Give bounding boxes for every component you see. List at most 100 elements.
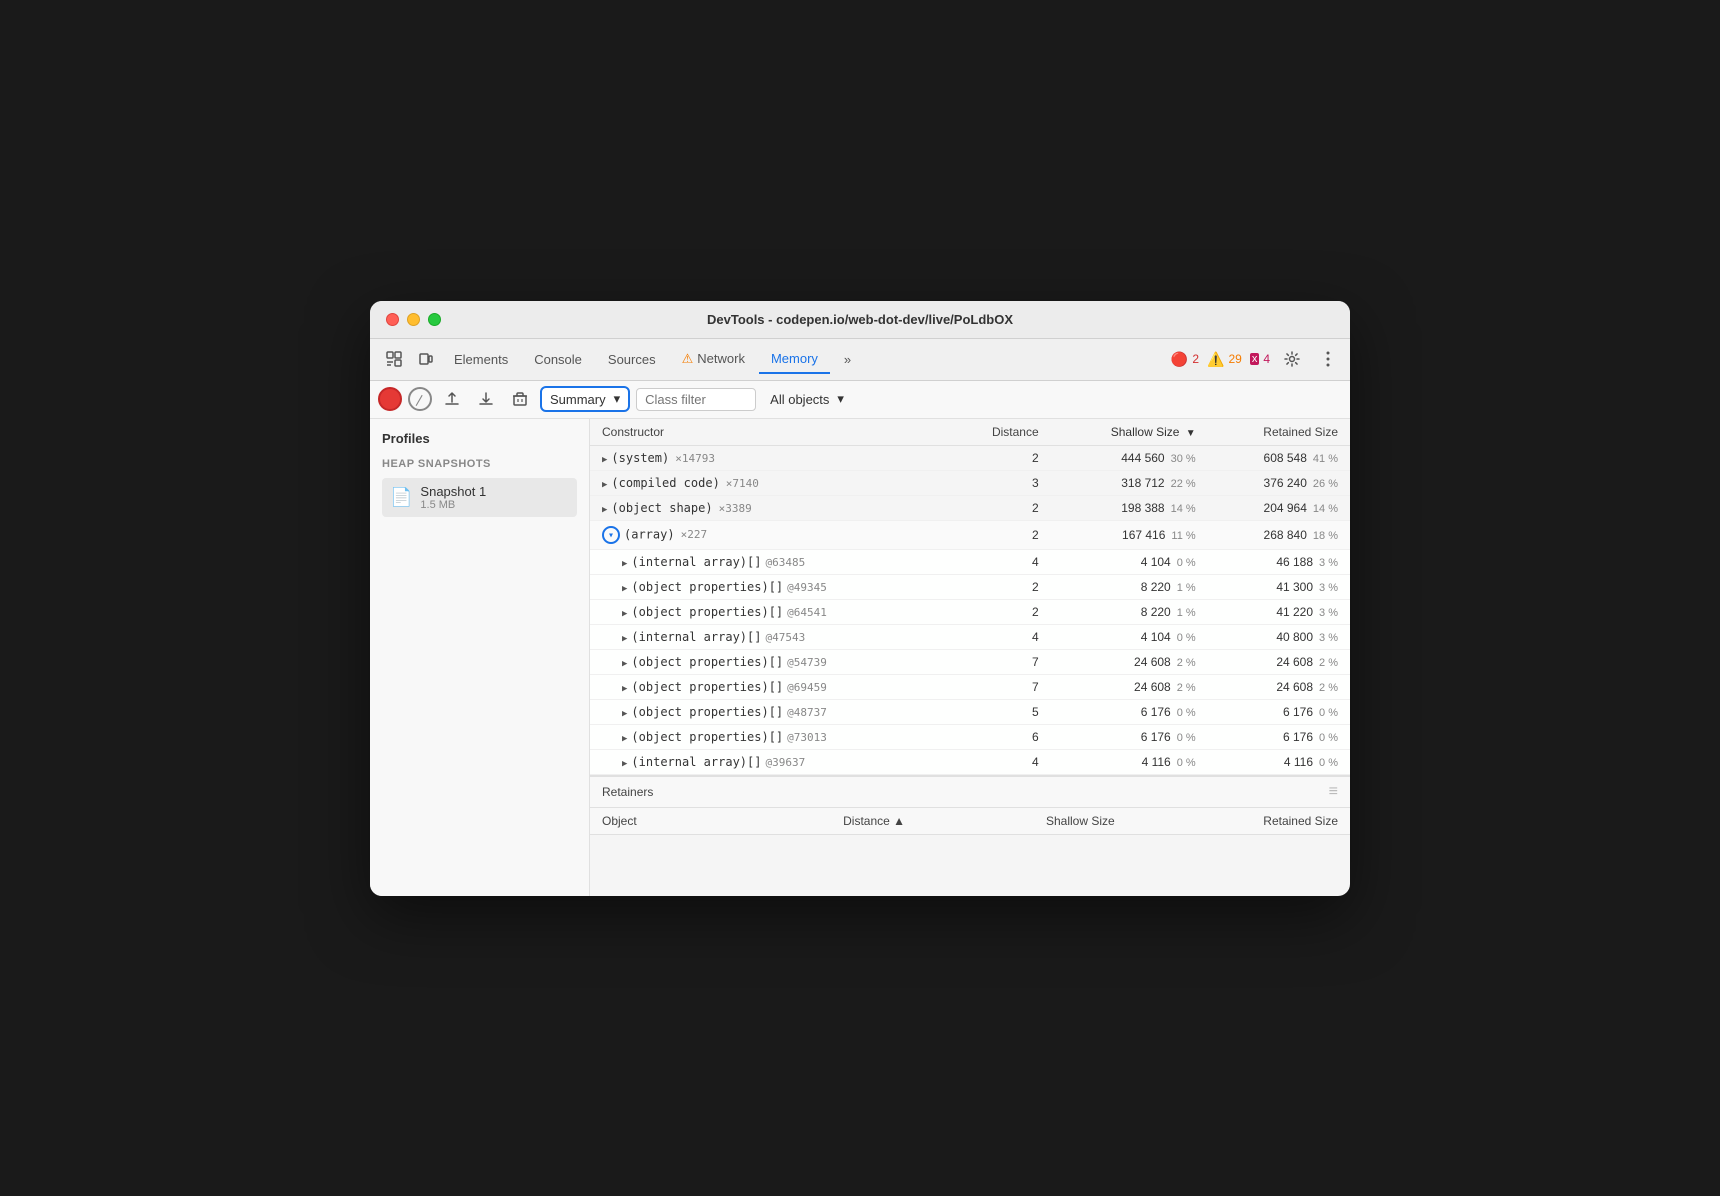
dropdown-arrow-icon: ▾ [614,391,621,407]
constructor-name: (internal array)[] [631,630,761,644]
distance-cell: 7 [949,674,1051,699]
warning-icon: ⚠️ [1207,351,1224,368]
col-distance[interactable]: Distance [949,419,1051,446]
shallow-size-value: 198 388 [1121,501,1164,515]
clear-button[interactable]: | [408,387,432,411]
expand-arrow-icon[interactable]: ▶ [602,455,607,465]
tab-network[interactable]: ⚠Network [670,345,757,373]
constructor-count: ×14793 [675,452,715,465]
distance-cell: 2 [949,574,1051,599]
snapshot-info: Snapshot 1 1.5 MB [420,484,486,511]
table-row[interactable]: ▶(object properties)[]@6454128 2201 %41 … [590,599,1350,624]
table-row[interactable]: ▶(object properties)[]@69459724 6082 %24… [590,674,1350,699]
tab-elements[interactable]: Elements [442,346,520,373]
retained-size-pct: 14 % [1313,503,1338,515]
constructor-name: (internal array)[] [631,555,761,569]
tab-console[interactable]: Console [522,346,594,373]
child-expand-arrow-icon[interactable]: ▶ [622,634,627,644]
retained-size-pct: 3 % [1319,632,1338,644]
devtools-icons [380,345,440,373]
col-constructor[interactable]: Constructor [590,419,949,446]
snapshot-item[interactable]: 📄 Snapshot 1 1.5 MB [382,478,577,517]
main-toolbar: Elements Console Sources ⚠Network Memory… [370,339,1350,381]
download-icon[interactable] [472,385,500,413]
constructor-cell: ▶(object shape)×3389 [590,495,949,520]
retained-size-value: 24 608 [1276,680,1313,694]
distance-cell: 3 [949,470,1051,495]
col-shallow-size[interactable]: Shallow Size ▼ [1051,419,1208,446]
device-toolbar-icon[interactable] [412,345,440,373]
child-expand-arrow-icon[interactable]: ▶ [622,609,627,619]
retained-size-pct: 3 % [1319,607,1338,619]
table-row[interactable]: ▶(compiled code)×71403318 71222 %376 240… [590,470,1350,495]
constructor-count: ×3389 [719,502,752,515]
child-expand-arrow-icon[interactable]: ▶ [622,559,627,569]
tab-more[interactable]: » [832,346,863,373]
retainers-col-distance[interactable]: Distance ▲ [723,808,917,835]
shallow-size-cell: 444 56030 % [1051,445,1208,470]
retained-size-cell: 6 1760 % [1208,699,1350,724]
heap-table[interactable]: Constructor Distance Shallow Size ▼ Reta… [590,419,1350,776]
shallow-size-pct: 0 % [1177,732,1196,744]
child-expand-arrow-icon[interactable]: ▶ [622,584,627,594]
shallow-size-value: 6 176 [1141,730,1171,744]
expand-arrow-icon[interactable]: ▶ [602,505,607,515]
constructor-cell: ▶(system)×14793 [590,445,949,470]
child-expand-arrow-icon[interactable]: ▶ [622,759,627,769]
shallow-size-value: 24 608 [1134,680,1171,694]
child-expand-arrow-icon[interactable]: ▶ [622,684,627,694]
shallow-size-pct: 0 % [1177,557,1196,569]
constructor-id: @49345 [787,581,827,594]
table-row[interactable]: ▶(object properties)[]@54739724 6082 %24… [590,649,1350,674]
retainers-menu-icon[interactable]: ≡ [1329,783,1338,801]
table-row[interactable]: ▾(array)×2272167 41611 %268 84018 % [590,520,1350,549]
class-filter-input[interactable] [636,388,756,411]
retained-size-value: 40 800 [1276,630,1313,644]
retainers-col-shallow[interactable]: Shallow Size [917,808,1127,835]
table-row[interactable]: ▶(internal array)[]@6348544 1040 %46 188… [590,549,1350,574]
retainers-col-object[interactable]: Object [590,808,723,835]
all-objects-dropdown[interactable]: All objects ▾ [770,391,844,407]
shallow-size-value: 24 608 [1134,655,1171,669]
child-expand-arrow-icon[interactable]: ▶ [622,659,627,669]
retained-size-cell: 268 84018 % [1208,520,1350,549]
retained-size-cell: 24 6082 % [1208,649,1350,674]
table-row[interactable]: ▶(internal array)[]@3963744 1160 %4 1160… [590,749,1350,774]
table-row[interactable]: ▶(internal array)[]@4754344 1040 %40 800… [590,624,1350,649]
retainers-col-retained[interactable]: Retained Size [1127,808,1350,835]
collect-garbage-icon[interactable] [506,385,534,413]
shallow-size-cell: 8 2201 % [1051,599,1208,624]
retained-size-pct: 2 % [1319,682,1338,694]
fullscreen-button[interactable] [428,313,441,326]
constructor-name: (array) [624,527,675,541]
retained-size-cell: 24 608 2 % [1208,674,1350,699]
window-title: DevTools - codepen.io/web-dot-dev/live/P… [707,312,1013,327]
table-row[interactable]: ▶(object properties)[]@4934528 2201 %41 … [590,574,1350,599]
tab-sources[interactable]: Sources [596,346,668,373]
child-expand-arrow-icon[interactable]: ▶ [622,734,627,744]
table-row[interactable]: ▶(system)×147932444 56030 %608 54841 % [590,445,1350,470]
col-retained-size[interactable]: Retained Size [1208,419,1350,446]
expand-arrow-icon[interactable]: ▶ [602,480,607,490]
minimize-button[interactable] [407,313,420,326]
inspector-icon[interactable] [380,345,408,373]
table-row[interactable]: ▶(object shape)×33892198 38814 %204 9641… [590,495,1350,520]
shallow-size-pct: 2 % [1177,657,1196,669]
retained-size-cell: 40 800 3 % [1208,624,1350,649]
more-options-icon[interactable] [1314,345,1342,373]
array-expand-icon[interactable]: ▾ [602,526,620,544]
retained-size-cell: 204 96414 % [1208,495,1350,520]
settings-icon[interactable] [1278,345,1306,373]
summary-dropdown[interactable]: Summary ▾ [540,386,630,412]
table-row[interactable]: ▶(object properties)[]@7301366 1760 %6 1… [590,724,1350,749]
distance-cell: 4 [949,749,1051,774]
child-expand-arrow-icon[interactable]: ▶ [622,709,627,719]
close-button[interactable] [386,313,399,326]
table-row[interactable]: ▶(object properties)[]@4873756 1760 %6 1… [590,699,1350,724]
retained-size-value: 608 548 [1264,451,1307,465]
shallow-size-cell: 4 1160 % [1051,749,1208,774]
shallow-size-cell: 6 176 0 % [1051,724,1208,749]
record-button[interactable] [378,387,402,411]
upload-icon[interactable] [438,385,466,413]
tab-memory[interactable]: Memory [759,345,830,374]
